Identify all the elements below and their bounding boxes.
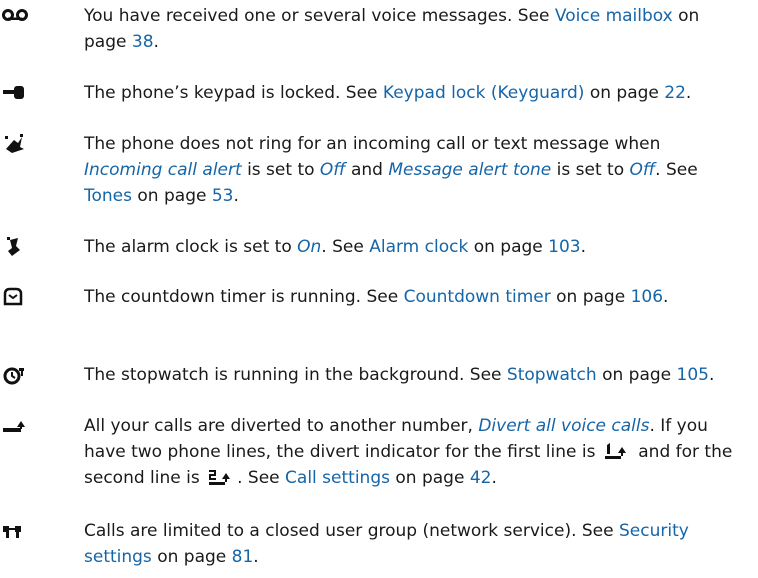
cross-reference-link[interactable]: 103 [548, 237, 580, 257]
setting-name: Off [629, 160, 656, 180]
text-run: The phone’s keypad is locked. See [84, 83, 383, 103]
cross-reference-link[interactable]: Call settings [285, 468, 390, 488]
text-run: . [709, 365, 715, 385]
closed-user-group-icon [0, 518, 44, 544]
text-run: . See [237, 468, 286, 488]
setting-name: Incoming call alert [84, 160, 242, 180]
text-run: on page [151, 547, 232, 567]
text-run: on page [132, 186, 212, 206]
text-run: on page [389, 468, 470, 488]
text-run: The alarm clock is set to [84, 237, 298, 257]
text-run: The countdown timer is running. See [84, 287, 404, 307]
setting-name: Off [319, 160, 346, 180]
text-run: . [253, 547, 259, 567]
cross-reference-link[interactable]: 42 [470, 468, 492, 488]
entry-text: All your calls are diverted to another n… [84, 413, 744, 491]
text-run: Calls are limited to a closed user group… [84, 521, 619, 541]
entry-text: Calls are limited to a closed user group… [84, 518, 744, 570]
entry-text: The countdown timer is running. See Coun… [84, 284, 744, 310]
divert-line-1-icon [603, 441, 631, 461]
cross-reference-link[interactable]: 38 [132, 32, 154, 52]
cross-reference-link[interactable]: 105 [677, 365, 709, 385]
text-run: on page [584, 83, 665, 103]
cross-reference-link[interactable]: Stopwatch [507, 365, 597, 385]
silent-icon [0, 131, 44, 157]
text-run: and [345, 160, 389, 180]
entry-text: You have received one or several voice m… [84, 3, 744, 55]
text-run: . See [655, 160, 698, 180]
countdown-timer-icon [0, 284, 44, 310]
text-run: The phone does not ring for an incoming … [84, 134, 661, 154]
setting-name: On [297, 237, 322, 257]
cross-reference-link[interactable]: 81 [232, 547, 254, 567]
cross-reference-link[interactable]: 106 [631, 287, 663, 307]
text-run: on page [596, 365, 677, 385]
voice-message-icon [0, 3, 44, 29]
entry-text: The stopwatch is running in the backgrou… [84, 362, 744, 388]
cross-reference-link[interactable]: Tones [84, 186, 132, 206]
text-run: The stopwatch is running in the backgrou… [84, 365, 507, 385]
cross-reference-link[interactable]: 53 [212, 186, 234, 206]
keypad-lock-icon [0, 80, 44, 106]
text-run: . [491, 468, 497, 488]
text-run: on page [550, 287, 631, 307]
divert-icon [0, 413, 44, 439]
setting-name: Message alert tone [388, 160, 552, 180]
cross-reference-link[interactable]: Countdown timer [404, 287, 551, 307]
text-run: All your calls are diverted to another n… [84, 416, 479, 436]
stopwatch-icon [0, 362, 44, 388]
text-run: is set to [551, 160, 630, 180]
text-run: is set to [241, 160, 320, 180]
entry-text: The phone does not ring for an incoming … [84, 131, 744, 209]
cross-reference-link[interactable]: 22 [664, 83, 686, 103]
alarm-clock-icon [0, 234, 44, 260]
text-run: . See [321, 237, 370, 257]
text-run: . [580, 237, 587, 257]
text-run: . [153, 32, 159, 52]
divert-line-2-icon [207, 467, 235, 487]
cross-reference-link[interactable]: Voice mailbox [555, 6, 673, 26]
cross-reference-link[interactable]: Keypad lock (Keyguard) [383, 83, 585, 103]
text-run: You have received one or several voice m… [84, 6, 555, 26]
text-run: on page [468, 237, 549, 257]
entry-text: The phone’s keypad is locked. See Keypad… [84, 80, 744, 106]
text-run: . [663, 287, 669, 307]
setting-name: Divert all voice calls [478, 416, 650, 436]
text-run: . [233, 186, 239, 206]
cross-reference-link[interactable]: Alarm clock [369, 237, 468, 257]
text-run: . [685, 83, 692, 103]
entry-text: The alarm clock is set to On. See Alarm … [84, 234, 744, 260]
